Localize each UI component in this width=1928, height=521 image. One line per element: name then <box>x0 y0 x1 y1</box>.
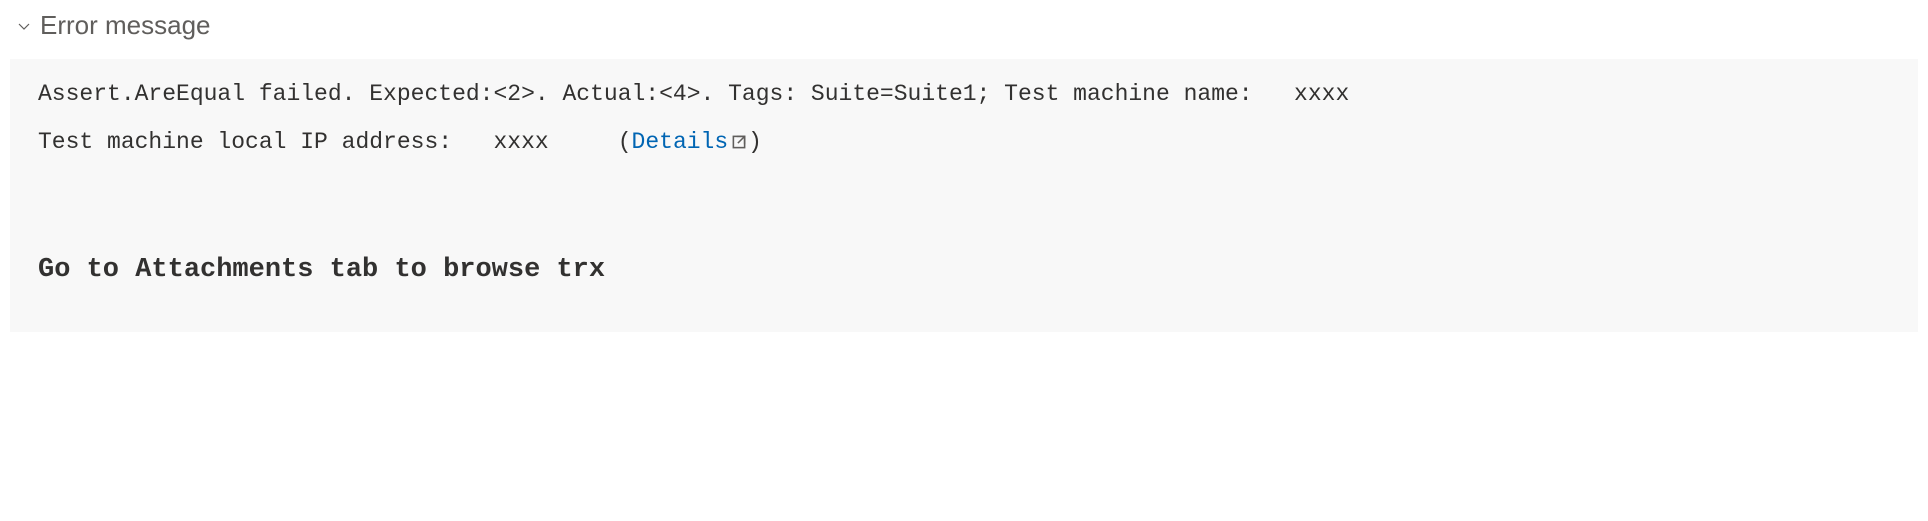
chevron-down-icon <box>16 18 32 34</box>
error-message-panel: Assert.AreEqual failed. Expected:<2>. Ac… <box>10 59 1918 332</box>
external-link-icon <box>730 133 748 151</box>
error-message-section-header[interactable]: Error message <box>0 0 1928 59</box>
error-text-line-2: Test machine local IP address: xxxx (Det… <box>38 125 1890 161</box>
attachments-hint: Go to Attachments tab to browse trx <box>38 250 1890 292</box>
error-text-line-1: Assert.AreEqual failed. Expected:<2>. Ac… <box>38 77 1890 113</box>
section-title: Error message <box>40 10 211 41</box>
details-link[interactable]: Details <box>632 129 729 155</box>
